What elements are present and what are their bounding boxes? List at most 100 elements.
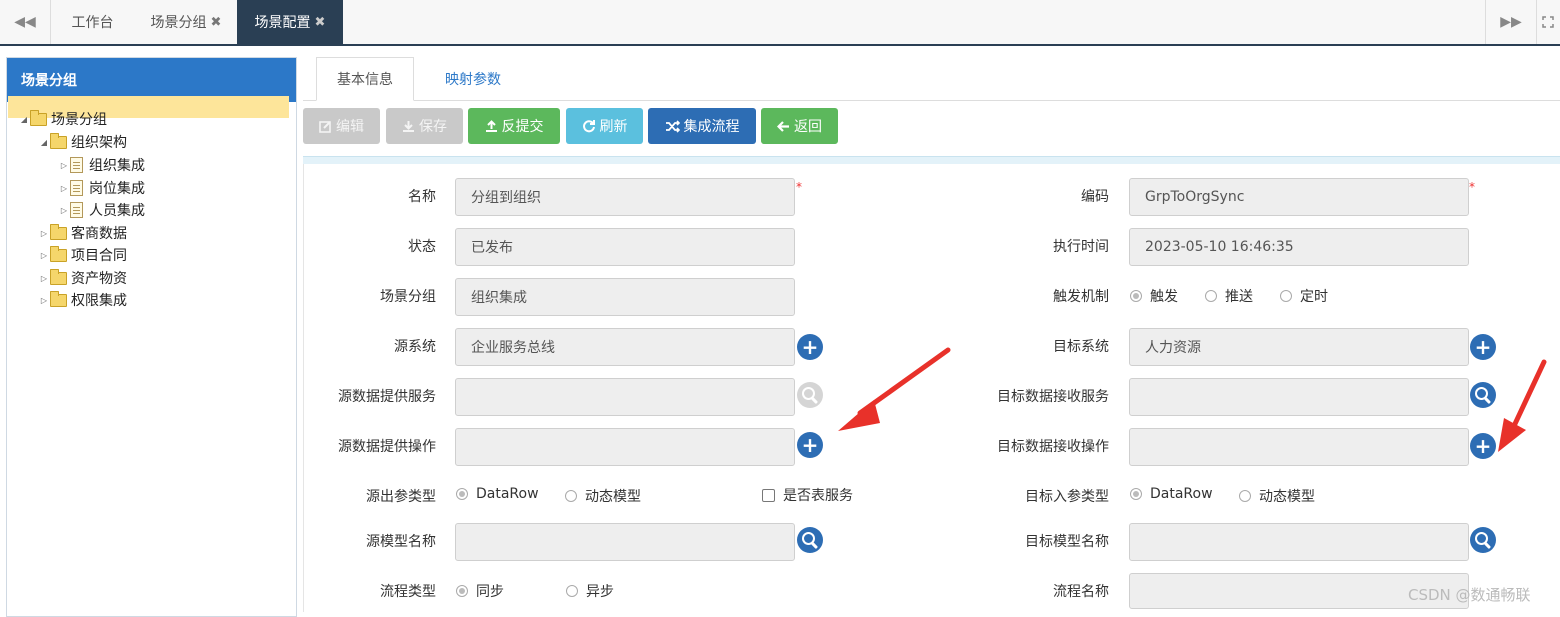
trigger-event-radio[interactable]: 触发	[1130, 286, 1178, 306]
status-label: 状态	[408, 239, 436, 255]
search-source-model-button[interactable]	[797, 527, 823, 553]
collapsed-triangle-icon[interactable]: ▷	[38, 296, 50, 305]
source-param-dynamic-radio[interactable]: 动态模型	[565, 486, 641, 506]
folder-open-icon	[50, 132, 67, 149]
exec-time-field[interactable]: 2023-05-10 16:46:35	[1129, 228, 1469, 266]
edit-icon	[319, 120, 331, 133]
source-op-field[interactable]	[455, 428, 795, 466]
plus-icon: +	[1474, 335, 1492, 359]
tree-node-org-integration[interactable]: ▷ 组织集成	[58, 154, 145, 176]
plus-icon: +	[801, 335, 819, 359]
code-field[interactable]: GrpToOrgSync	[1129, 178, 1469, 216]
tree-node-post-integration[interactable]: ▷ 岗位集成	[58, 177, 145, 199]
tree-node-scene-group[interactable]: ◢ 场景分组	[18, 108, 107, 130]
content-tabs: 基本信息 映射参数	[303, 57, 1560, 101]
collapsed-triangle-icon: ▷	[60, 183, 68, 193]
target-param-type-label: 目标入参类型	[1025, 489, 1109, 505]
folder-icon	[50, 245, 67, 262]
tree-node-customer-data[interactable]: ▷ 客商数据	[38, 222, 127, 244]
source-op-label: 源数据提供操作	[338, 439, 436, 455]
add-source-op-button[interactable]: +	[797, 432, 823, 458]
source-model-field[interactable]	[455, 523, 795, 561]
save-button[interactable]: 保存	[386, 108, 463, 144]
plus-icon: +	[801, 433, 819, 457]
tree-node-project-contract[interactable]: ▷ 项目合同	[38, 244, 127, 266]
tree-node-assets[interactable]: ▷ 资产物资	[38, 267, 127, 289]
refresh-icon	[582, 120, 595, 133]
document-icon	[70, 202, 83, 218]
search-target-model-button[interactable]	[1470, 527, 1496, 553]
target-param-datarow-radio[interactable]: DataRow	[1130, 486, 1213, 502]
folder-icon	[50, 290, 67, 307]
folder-icon	[50, 223, 67, 240]
tab-mapping-params[interactable]: 映射参数	[423, 57, 523, 101]
double-chevron-left-icon: ◀◀	[14, 14, 36, 30]
add-source-system-button[interactable]: +	[797, 334, 823, 360]
tab-workbench[interactable]: 工作台	[50, 0, 135, 44]
tab-scene-group[interactable]: 场景分组 ✖	[135, 0, 237, 44]
source-param-datarow-radio[interactable]: DataRow	[456, 486, 539, 502]
target-system-field[interactable]: 人力资源	[1129, 328, 1469, 366]
close-icon[interactable]: ✖	[315, 15, 326, 30]
scene-group-field[interactable]: 组织集成	[455, 278, 795, 316]
tab-basic-info[interactable]: 基本信息	[316, 57, 414, 101]
close-icon[interactable]: ✖	[211, 15, 222, 30]
tab-scene-config[interactable]: 场景配置 ✖	[237, 0, 343, 44]
form-header-strip	[303, 156, 1560, 164]
collapsed-triangle-icon[interactable]: ▷	[38, 274, 50, 283]
is-table-service-checkbox[interactable]: 是否表服务	[762, 485, 853, 505]
integration-flow-button[interactable]: 集成流程	[648, 108, 756, 144]
source-system-field[interactable]: 企业服务总线	[455, 328, 795, 366]
status-field[interactable]: 已发布	[455, 228, 795, 266]
target-op-field[interactable]	[1129, 428, 1469, 466]
source-model-label: 源模型名称	[366, 534, 436, 550]
folder-open-icon	[30, 109, 47, 126]
target-op-label: 目标数据接收操作	[997, 439, 1109, 455]
trigger-push-radio[interactable]: 推送	[1205, 286, 1253, 306]
folder-icon	[50, 268, 67, 285]
unsubmit-button[interactable]: 反提交	[468, 108, 560, 144]
back-button[interactable]: 返回	[761, 108, 838, 144]
annotation-arrow-right	[1498, 359, 1547, 452]
search-icon	[802, 532, 815, 545]
refresh-button[interactable]: 刷新	[566, 108, 643, 144]
target-param-dynamic-radio[interactable]: 动态模型	[1239, 486, 1315, 506]
search-icon	[802, 387, 815, 400]
annotation-arrow-left	[838, 347, 951, 431]
collapsed-triangle-icon[interactable]: ▷	[38, 229, 50, 238]
tab-scroll-left-button[interactable]: ◀◀	[0, 0, 51, 44]
flow-type-sync-radio[interactable]: 同步	[456, 581, 504, 601]
collapsed-triangle-icon[interactable]: ▷	[38, 251, 50, 260]
code-label: 编码	[1081, 189, 1109, 205]
trigger-schedule-radio[interactable]: 定时	[1280, 286, 1328, 306]
arrow-left-icon	[777, 120, 789, 132]
flow-type-async-radio[interactable]: 异步	[566, 581, 614, 601]
expanded-triangle-icon[interactable]: ◢	[38, 138, 50, 147]
name-field[interactable]: 分组到组织	[455, 178, 795, 216]
target-system-label: 目标系统	[1053, 339, 1109, 355]
add-target-system-button[interactable]: +	[1470, 334, 1496, 360]
name-label: 名称	[408, 189, 436, 205]
search-source-service-button[interactable]	[797, 382, 823, 408]
collapsed-triangle-icon: ▷	[60, 205, 68, 215]
tree-node-org-structure[interactable]: ◢ 组织架构	[38, 131, 127, 153]
watermark: CSDN @数通畅联	[1408, 586, 1531, 604]
target-model-field[interactable]	[1129, 523, 1469, 561]
trigger-label: 触发机制	[1053, 289, 1109, 305]
fullscreen-button[interactable]	[1535, 0, 1560, 44]
scene-group-label: 场景分组	[380, 289, 436, 305]
exec-time-label: 执行时间	[1053, 239, 1109, 255]
flow-name-label: 流程名称	[1053, 584, 1109, 600]
tab-scroll-right-button[interactable]: ▶▶	[1485, 0, 1537, 44]
source-service-label: 源数据提供服务	[338, 389, 436, 405]
tree-node-staff-integration[interactable]: ▷ 人员集成	[58, 199, 145, 221]
target-service-label: 目标数据接收服务	[997, 389, 1109, 405]
search-icon	[1475, 532, 1488, 545]
source-service-field[interactable]	[455, 378, 795, 416]
target-service-field[interactable]	[1129, 378, 1469, 416]
tree-node-permissions[interactable]: ▷ 权限集成	[38, 289, 127, 311]
plus-icon: +	[1474, 434, 1492, 458]
edit-button[interactable]: 编辑	[303, 108, 380, 144]
expanded-triangle-icon[interactable]: ◢	[18, 115, 30, 124]
upload-icon	[485, 119, 497, 132]
